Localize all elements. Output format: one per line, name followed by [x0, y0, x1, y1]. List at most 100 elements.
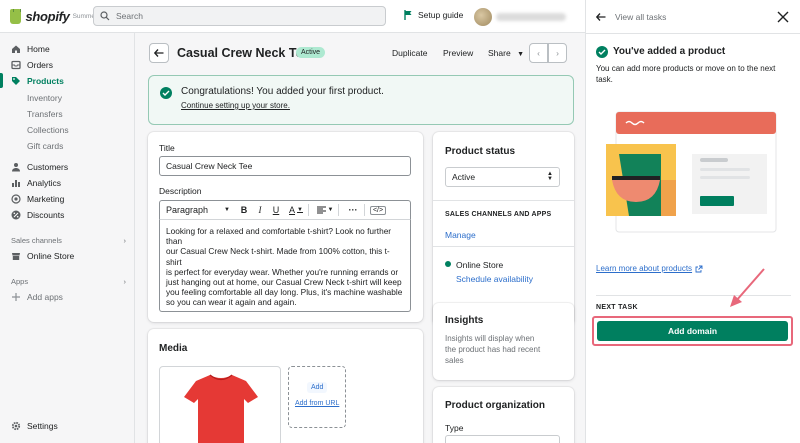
learn-more-link[interactable]: Learn more about products — [596, 264, 703, 273]
title-input[interactable]: Casual Crew Neck Tee — [159, 156, 411, 176]
home-icon — [11, 44, 21, 54]
sidebar-subitem-inventory[interactable]: Inventory — [27, 93, 62, 103]
description-line: so you can wear it again and again. — [166, 297, 297, 308]
gear-icon — [11, 421, 21, 431]
description-line: just hanging out at home, our Casual Cre… — [166, 277, 402, 288]
search-input[interactable]: Search — [93, 6, 386, 26]
discount-icon — [11, 210, 21, 220]
media-dropzone[interactable]: Add Add from URL — [288, 366, 346, 428]
sidebar-item-label: Orders — [27, 59, 53, 70]
plus-icon — [11, 292, 21, 302]
share-button[interactable]: Share ▼ — [488, 48, 524, 58]
more-options-button[interactable]: ··· — [342, 201, 364, 219]
add-domain-button[interactable]: Add domain — [597, 321, 788, 341]
caret-down-icon: ▼ — [224, 207, 230, 213]
sidebar-item-settings[interactable]: Settings — [0, 418, 135, 433]
continue-setup-link[interactable]: Continue setting up your store. — [181, 101, 290, 110]
type-label: Type — [445, 423, 464, 433]
section-label: Apps — [11, 277, 29, 286]
add-media-button[interactable]: Add — [307, 382, 328, 393]
arrow-left-icon — [596, 13, 606, 21]
code-view-button[interactable]: </> — [368, 201, 388, 219]
store-name: Summe — [72, 12, 95, 20]
learn-more-label: Learn more about products — [596, 264, 693, 273]
paragraph-label: Paragraph — [166, 205, 209, 215]
insights-card: Insights Insights will display when the … — [433, 303, 574, 380]
sidebar-item-analytics[interactable]: Analytics — [0, 175, 135, 190]
sidebar-item-label: Products — [27, 75, 64, 86]
caret-down-icon: ▼ — [327, 207, 334, 213]
section-label: Sales channels — [11, 236, 62, 245]
bar-chart-icon — [11, 178, 21, 188]
type-input[interactable] — [445, 435, 560, 443]
align-button[interactable]: ▼ — [312, 201, 338, 219]
sales-channels-section[interactable]: Sales channels › — [11, 236, 126, 245]
back-button[interactable] — [149, 43, 169, 63]
sidebar-item-customers[interactable]: Customers — [0, 159, 135, 174]
sidebar-item-label: Settings — [27, 420, 58, 431]
sidebar-subitem-gift-cards[interactable]: Gift cards — [27, 141, 63, 151]
schedule-availability-link[interactable]: Schedule availability — [456, 274, 533, 284]
shopify-bag-icon — [10, 8, 22, 24]
next-product-button[interactable]: › — [548, 43, 567, 63]
close-icon[interactable] — [776, 10, 790, 24]
sidebar-item-home[interactable]: Home — [0, 41, 135, 56]
editor-toolbar: Paragraph ▼ B I U A ▼ ▼ ··· </> — [159, 200, 411, 220]
product-status-card: Product status Active ▲ ▼ SALES CHANNELS … — [433, 132, 574, 325]
paragraph-select[interactable]: Paragraph ▼ — [160, 201, 236, 219]
apps-section[interactable]: Apps › — [11, 277, 126, 286]
setup-guide-label: Setup guide — [418, 10, 464, 20]
description-line: you feeling comfortable all day long. Pl… — [166, 287, 403, 298]
sidebar-item-label: Home — [27, 43, 50, 54]
sidebar-item-discounts[interactable]: Discounts — [0, 207, 135, 222]
insights-title: Insights — [445, 315, 484, 326]
manage-link[interactable]: Manage — [445, 230, 476, 240]
italic-button[interactable]: I — [252, 201, 268, 219]
description-line: is perfect for everyday wear. Whether yo… — [166, 266, 399, 277]
product-image[interactable] — [159, 366, 281, 443]
chevron-right-icon: › — [556, 48, 559, 58]
title-label: Title — [159, 143, 175, 153]
sidebar-item-add-apps[interactable]: Add apps — [0, 289, 135, 304]
chevron-left-icon: ‹ — [537, 48, 540, 58]
underline-button[interactable]: U — [268, 201, 284, 219]
select-arrows-icon: ▲ ▼ — [547, 171, 553, 182]
highlight-box: Add domain — [592, 316, 793, 346]
back-label: View all tasks — [615, 12, 667, 22]
user-menu[interactable] — [474, 8, 566, 26]
sidebar-item-label: Marketing — [27, 193, 65, 204]
view-all-tasks-link[interactable]: View all tasks — [596, 12, 666, 22]
sidebar-item-orders[interactable]: Orders — [0, 57, 135, 72]
page-title: Casual Crew Neck Tee — [177, 46, 310, 60]
status-select[interactable]: Active ▲ ▼ — [445, 167, 560, 187]
insights-text: Insights will display when — [445, 334, 535, 343]
text-color-button[interactable]: A ▼ — [284, 201, 308, 219]
title-value: Casual Crew Neck Tee — [166, 161, 253, 171]
shopify-logo[interactable]: shopify Summe — [10, 8, 95, 24]
annotation-arrow-icon — [730, 268, 765, 307]
status-value: Active — [452, 172, 476, 182]
divider — [433, 200, 574, 201]
bold-button[interactable]: B — [236, 201, 252, 219]
description-line: our Casual Crew Neck t-shirt. Made from … — [166, 246, 390, 267]
description-editor[interactable]: Looking for a relaxed and comfortable t-… — [159, 220, 411, 312]
preview-button[interactable]: Preview — [443, 48, 473, 58]
align-left-icon — [316, 206, 326, 214]
avatar — [474, 8, 492, 26]
sidebar-subitem-collections[interactable]: Collections — [27, 125, 69, 135]
setup-guide-button[interactable]: Setup guide — [404, 10, 463, 20]
sidebar-item-online-store[interactable]: Online Store — [0, 248, 135, 263]
caret-down-icon: ▼ — [517, 51, 524, 58]
product-status-title: Product status — [445, 146, 516, 157]
orders-icon — [11, 60, 21, 70]
sidebar-item-label: Customers — [27, 161, 69, 172]
setup-guide-panel: View all tasks You've added a product Yo… — [585, 0, 800, 443]
sidebar-item-marketing[interactable]: Marketing — [0, 191, 135, 206]
flag-icon — [404, 10, 412, 20]
person-icon — [11, 162, 21, 172]
previous-product-button[interactable]: ‹ — [529, 43, 548, 63]
duplicate-button[interactable]: Duplicate — [392, 48, 427, 58]
sidebar-subitem-transfers[interactable]: Transfers — [27, 109, 63, 119]
sidebar-item-products[interactable]: Products — [0, 73, 135, 88]
add-from-url-link[interactable]: Add from URL — [295, 400, 339, 407]
